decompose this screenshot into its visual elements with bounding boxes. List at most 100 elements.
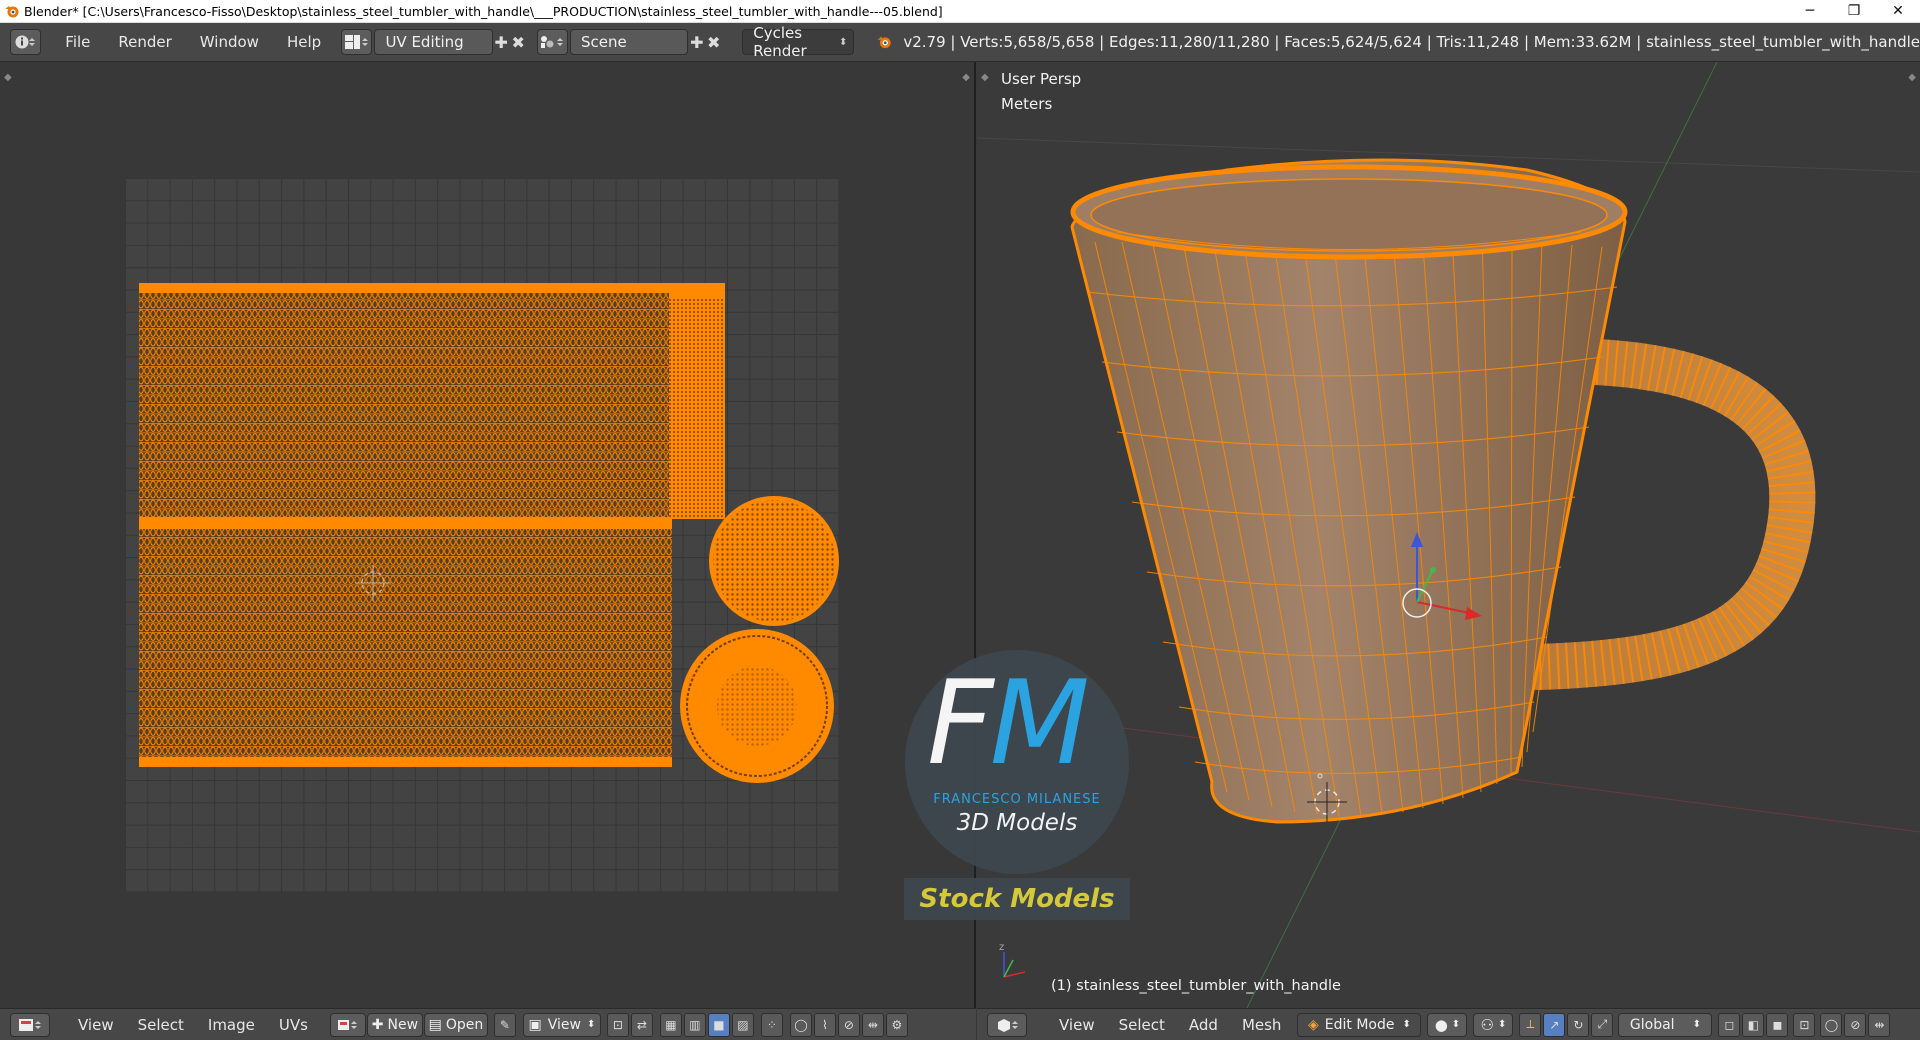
watermark-brand: FRANCESCO MILANESE [933,792,1101,807]
scene-icon [541,36,564,48]
open-image-button[interactable]: ▤ Open [423,1012,488,1037]
menu-file[interactable]: File [51,33,104,51]
dropdown-arrows-icon: ⬍ [586,1019,596,1030]
select-vertex-button[interactable]: ▦ [659,1012,682,1037]
browse-image-button[interactable] [329,1012,366,1037]
link-icon: ⊘ [843,1017,854,1032]
snap-toggle-button[interactable]: ⊘ [1844,1012,1867,1037]
menu-render[interactable]: Render [104,33,185,51]
add-scene-icon[interactable]: ✚ [688,31,705,53]
close-button[interactable]: ✕ [1876,0,1920,22]
scene-field[interactable]: Scene [569,29,689,55]
select-edge-button[interactable]: ▥ [683,1012,706,1037]
blender-logo-icon[interactable] [876,31,893,53]
vertex-mode-icon: ◻ [1724,1017,1735,1032]
proportional-edit-button[interactable]: ◯ [789,1012,812,1037]
editor-type-info-button[interactable] [10,29,42,55]
vp-menu-select[interactable]: Select [1107,1016,1177,1034]
add-screen-icon[interactable]: ✚ [493,31,510,53]
manipulator-icon: ⟂ [1526,1017,1535,1031]
face-select-icon: ■ [713,1017,725,1032]
snap-element-icon: ⇹ [1874,1017,1885,1032]
pivot-dropdown[interactable]: ⚇ ⬍ [1473,1012,1514,1037]
dropdown-arrows-icon: ⬍ [1497,1019,1507,1030]
maximize-button[interactable]: ❐ [1832,0,1876,22]
viewport-footer: View Select Add Mesh ◈ Edit Mode ⬍ ● ⬍ ⚇ ⬍ ⟂… [977,1008,1920,1040]
scene-button[interactable] [536,29,568,55]
select-island-button[interactable]: ▨ [731,1012,754,1037]
view-axes-icon: z [999,942,1026,978]
shading-dropdown[interactable]: ● ⬍ [1427,1012,1468,1037]
pin-image-button[interactable]: ✎ [493,1012,516,1037]
snap-element-button[interactable]: ⇹ [1868,1012,1891,1037]
plus-icon: ✚ [371,1016,384,1033]
orientation-dropdown[interactable]: Global ⬍ [1618,1012,1713,1037]
snap-toggle-button[interactable]: ⌇ [813,1012,836,1037]
active-object-label: (1) stainless_steel_tumbler_with_handle [1051,978,1341,994]
vertex-select-mode-button[interactable]: ◻ [1718,1012,1741,1037]
image-editor-icon [19,1018,41,1031]
sync-selection-button[interactable]: ⇄ [630,1012,653,1037]
info-header: File Render Window Help UV Editing ✚ ✖ S… [0,23,1920,62]
vp-menu-mesh[interactable]: Mesh [1230,1016,1294,1034]
minimize-button[interactable]: ─ [1788,0,1832,22]
open-image-label: Open [445,1016,484,1033]
edge-mode-icon: ◧ [1747,1017,1760,1032]
limit-selection-icon: ⊡ [1799,1017,1810,1032]
face-mode-icon: ◼ [1772,1017,1783,1032]
proportional-icon: ◯ [794,1017,808,1032]
vp-menu-add[interactable]: Add [1177,1016,1230,1034]
uv-island-body-bottom [139,529,672,767]
uv-menu-select[interactable]: Select [126,1016,196,1034]
proportional-edit-button[interactable]: ◯ [1820,1012,1843,1037]
sync-icon: ⇄ [636,1017,647,1032]
gear-icon: ⚙ [891,1017,903,1032]
sticky-selection-button[interactable]: ⁘ [760,1012,783,1037]
pivot-center-icon: ⚇ [1480,1015,1494,1034]
snap-icon: ⌇ [822,1017,828,1032]
view-mode-icon: ▣ [528,1016,542,1033]
uv-island-handle [669,283,725,519]
menu-window[interactable]: Window [186,33,273,51]
svg-text:z: z [999,942,1004,953]
mode-dropdown[interactable]: ◈ Edit Mode ⬍ [1297,1012,1422,1037]
editor-type-image-button[interactable] [10,1012,50,1037]
translate-manipulator-button[interactable]: ↗ [1543,1012,1566,1037]
render-engine-dropdown[interactable]: Cycles Render ⬍ [742,24,855,60]
delete-scene-icon[interactable]: ✖ [705,31,722,53]
edit-mode-icon: ◈ [1307,1016,1319,1033]
new-image-button[interactable]: ✚ New [366,1012,423,1037]
editor-type-3d-button[interactable] [987,1012,1027,1037]
rotate-icon: ↻ [1573,1017,1584,1032]
menu-help[interactable]: Help [273,33,335,51]
manipulator-toggle-button[interactable]: ⟂ [1519,1012,1542,1037]
limit-selection-button[interactable]: ⊡ [1793,1012,1816,1037]
uv-menu-uvs[interactable]: UVs [267,1016,320,1034]
pivot-point-button[interactable]: ⊡ [606,1012,629,1037]
uv-scale-button[interactable]: ⇹ [861,1012,884,1037]
uv-extra-button[interactable]: ⚙ [885,1012,908,1037]
edge-select-mode-button[interactable]: ◧ [1742,1012,1765,1037]
scale-manipulator-button[interactable]: ⤢ [1591,1012,1614,1037]
uv-menu-view[interactable]: View [66,1016,126,1034]
uv-islands [139,283,839,783]
uv-menu-image[interactable]: Image [196,1016,267,1034]
vp-menu-view[interactable]: View [1047,1016,1107,1034]
uv-settings-button[interactable]: ⊘ [837,1012,860,1037]
watermark: FM FRANCESCO MILANESE 3D Models Stock Mo… [903,650,1131,920]
select-face-button[interactable]: ■ [707,1012,730,1037]
view-mode-dropdown[interactable]: ▣ View ⬍ [522,1012,601,1037]
folder-icon: ▤ [428,1016,442,1033]
dropdown-arrows-icon: ⬍ [1451,1019,1461,1030]
vertex-select-icon: ▦ [665,1017,677,1032]
scale-icon: ⤢ [1597,1017,1608,1031]
screen-layout-button[interactable] [341,29,373,55]
screen-layout-field[interactable]: UV Editing [374,29,493,55]
delete-screen-icon[interactable]: ✖ [510,31,527,53]
browse-image-icon [337,1019,357,1030]
new-image-label: New [387,1016,419,1033]
uv-image-editor[interactable]: ◆ ◆ [0,62,976,1008]
rotate-manipulator-button[interactable]: ↻ [1567,1012,1590,1037]
island-select-icon: ▨ [737,1017,749,1032]
face-select-mode-button[interactable]: ◼ [1766,1012,1789,1037]
